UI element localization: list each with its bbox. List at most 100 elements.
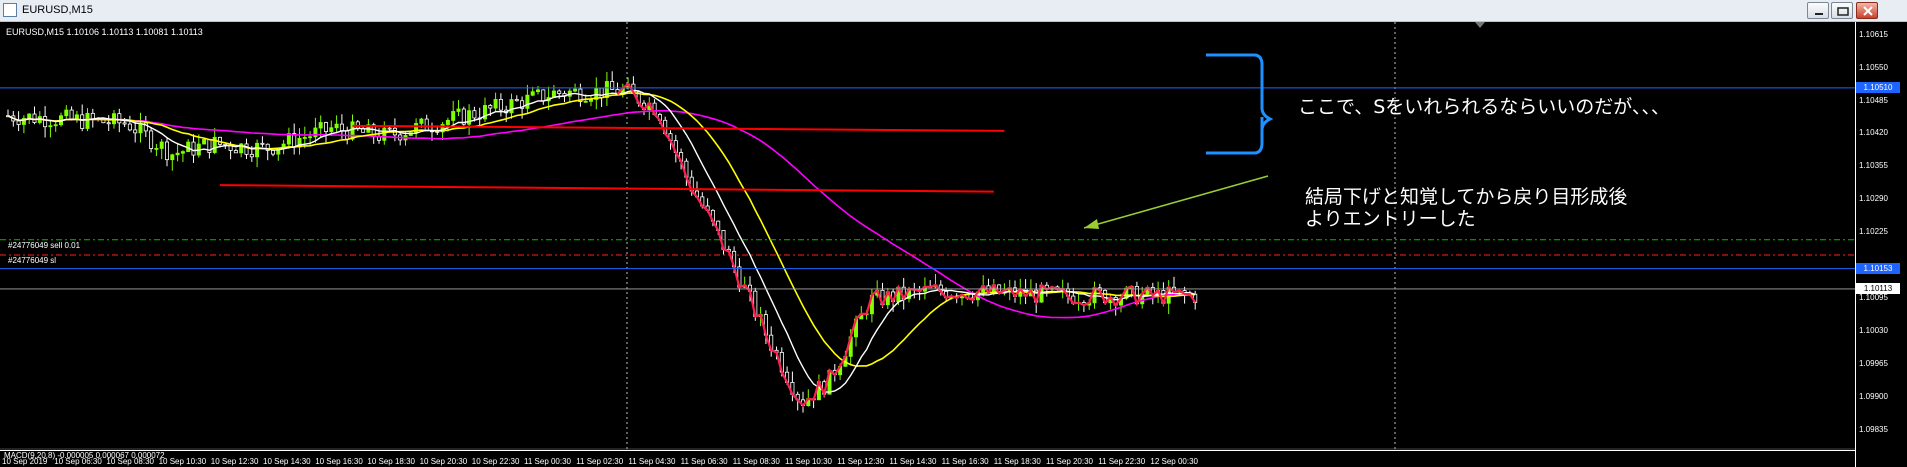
time-tick: 10 Sep 14:30 <box>263 457 311 466</box>
close-button[interactable] <box>1856 2 1878 19</box>
time-tick: 11 Sep 18:30 <box>993 457 1041 466</box>
candle-body <box>16 120 21 125</box>
time-axis: 10 Sep 2019 10 Sep 06:30 10 Sep 08:30 10 Se… <box>0 457 1907 467</box>
candle-body <box>43 116 48 128</box>
candle-body <box>541 89 546 102</box>
restore-icon <box>1837 7 1849 16</box>
time-tick: 11 Sep 22:30 <box>1098 457 1146 466</box>
candle-body <box>260 142 265 145</box>
candle-body <box>80 114 85 129</box>
candle-body <box>583 100 588 103</box>
sell-order-label: #24776049 sell 0.01 <box>8 241 81 250</box>
title-bar[interactable]: EURUSD,M15 <box>0 0 1907 22</box>
annotation-comment-1: ここで、Sをいれられるならいいのだが、、、 <box>1298 96 1670 118</box>
time-tick: 11 Sep 10:30 <box>785 457 833 466</box>
candle-body <box>270 149 275 155</box>
time-tick: 10 Sep 16:30 <box>315 457 363 466</box>
candle-body <box>122 122 127 125</box>
candle-body <box>106 122 111 125</box>
candle-body <box>530 91 535 96</box>
candle-body <box>573 88 578 92</box>
time-tick: 10 Sep 20:30 <box>419 457 468 466</box>
candle-body <box>32 113 37 123</box>
annotation-comment-2-line-2: よりエントリーした <box>1305 208 1476 230</box>
time-tick: 10 Sep 12:30 <box>210 457 259 466</box>
minimize-button[interactable] <box>1807 2 1829 19</box>
candle-body <box>64 109 69 117</box>
price-tick: 1.09965 <box>1859 358 1888 368</box>
candle-body <box>154 148 159 150</box>
time-tick: 11 Sep 00:30 <box>524 457 572 466</box>
annotation-comment-2: 結局下げと知覚してから戻り目形成後 よりエントリーした <box>1305 186 1627 230</box>
candle-body <box>493 99 498 109</box>
price-tick: 1.10420 <box>1859 128 1888 138</box>
candle-body <box>536 89 541 93</box>
candle-body <box>159 141 164 149</box>
stop-loss-label: #24776049 sl <box>8 256 57 265</box>
time-tick: 12 Sep 00:30 <box>1150 457 1198 466</box>
price-axis[interactable]: 1.10615 1.10550 1.10485 1.10420 1.10355 1.102… <box>1855 22 1907 467</box>
price-tick: 1.10485 <box>1859 95 1888 105</box>
price-tick: 1.10030 <box>1859 325 1888 335</box>
candle-body <box>69 109 74 120</box>
time-tick: 11 Sep 20:30 <box>1046 457 1094 466</box>
chart-window-icon <box>3 3 17 17</box>
candle-body <box>387 127 392 130</box>
candle-body <box>456 108 461 112</box>
price-badge-hline: 1.10510 <box>1856 82 1900 94</box>
candle-body <box>27 113 32 119</box>
time-tick: 11 Sep 06:30 <box>680 457 728 466</box>
candle-body <box>302 137 307 139</box>
price-tick: 1.10225 <box>1859 227 1888 237</box>
price-badge-hline: 1.10153 <box>1856 263 1900 275</box>
annotation-comment-2-line-1: 結局下げと知覚してから戻り目形成後 <box>1305 186 1628 208</box>
price-tick: 1.10615 <box>1859 29 1888 39</box>
candle-body <box>191 141 196 156</box>
candle-body <box>557 90 562 94</box>
price-tick: 1.09835 <box>1859 424 1888 434</box>
candle-body <box>498 99 503 111</box>
candle-body <box>53 124 58 127</box>
candle-body <box>74 114 79 120</box>
plot-background <box>0 22 1855 450</box>
candle-body <box>164 141 169 161</box>
candle-body <box>339 123 344 132</box>
minimize-icon <box>1815 13 1823 15</box>
candle-body <box>308 136 313 139</box>
chart-symbol-label: EURUSD,M15 1.10106 1.10113 1.10081 1.101… <box>6 27 203 37</box>
price-tick: 1.10290 <box>1859 194 1888 204</box>
candle-body <box>382 127 387 141</box>
candle-body <box>170 154 175 161</box>
candle-body <box>85 112 90 129</box>
candle-body <box>255 142 260 158</box>
candle-body <box>233 150 238 154</box>
candle-body <box>127 123 132 131</box>
candle-body <box>175 152 180 156</box>
candle-body <box>472 110 477 119</box>
candle-body <box>117 113 122 124</box>
time-tick: 10 Sep 18:30 <box>367 457 415 466</box>
candle-body <box>599 87 604 98</box>
close-icon <box>1863 6 1873 16</box>
price-tick: 1.10550 <box>1859 62 1888 72</box>
candle-body <box>350 121 355 140</box>
candle-body <box>514 99 519 102</box>
candle-body <box>424 118 429 132</box>
candle-body <box>133 129 138 134</box>
candle-body <box>488 105 493 109</box>
candle-body <box>419 118 424 124</box>
candle-body <box>589 99 594 102</box>
candle-body <box>334 123 339 129</box>
time-tick: 11 Sep 04:30 <box>628 457 676 466</box>
candle-body <box>323 122 328 132</box>
time-tick: 11 Sep 14:30 <box>889 457 937 466</box>
candle-body <box>451 111 456 121</box>
price-tick: 1.09900 <box>1859 391 1888 401</box>
time-tick: 11 Sep 08:30 <box>732 457 780 466</box>
candle-body <box>329 127 334 132</box>
chart-window: EURUSD,M15 EURUSD,M15 1.10106 1.10113 1.… <box>0 0 1907 467</box>
candle-body <box>149 130 154 149</box>
price-chart[interactable] <box>0 22 1907 467</box>
time-tick: 10 Sep 22:30 <box>471 457 520 466</box>
restore-button[interactable] <box>1831 2 1853 19</box>
